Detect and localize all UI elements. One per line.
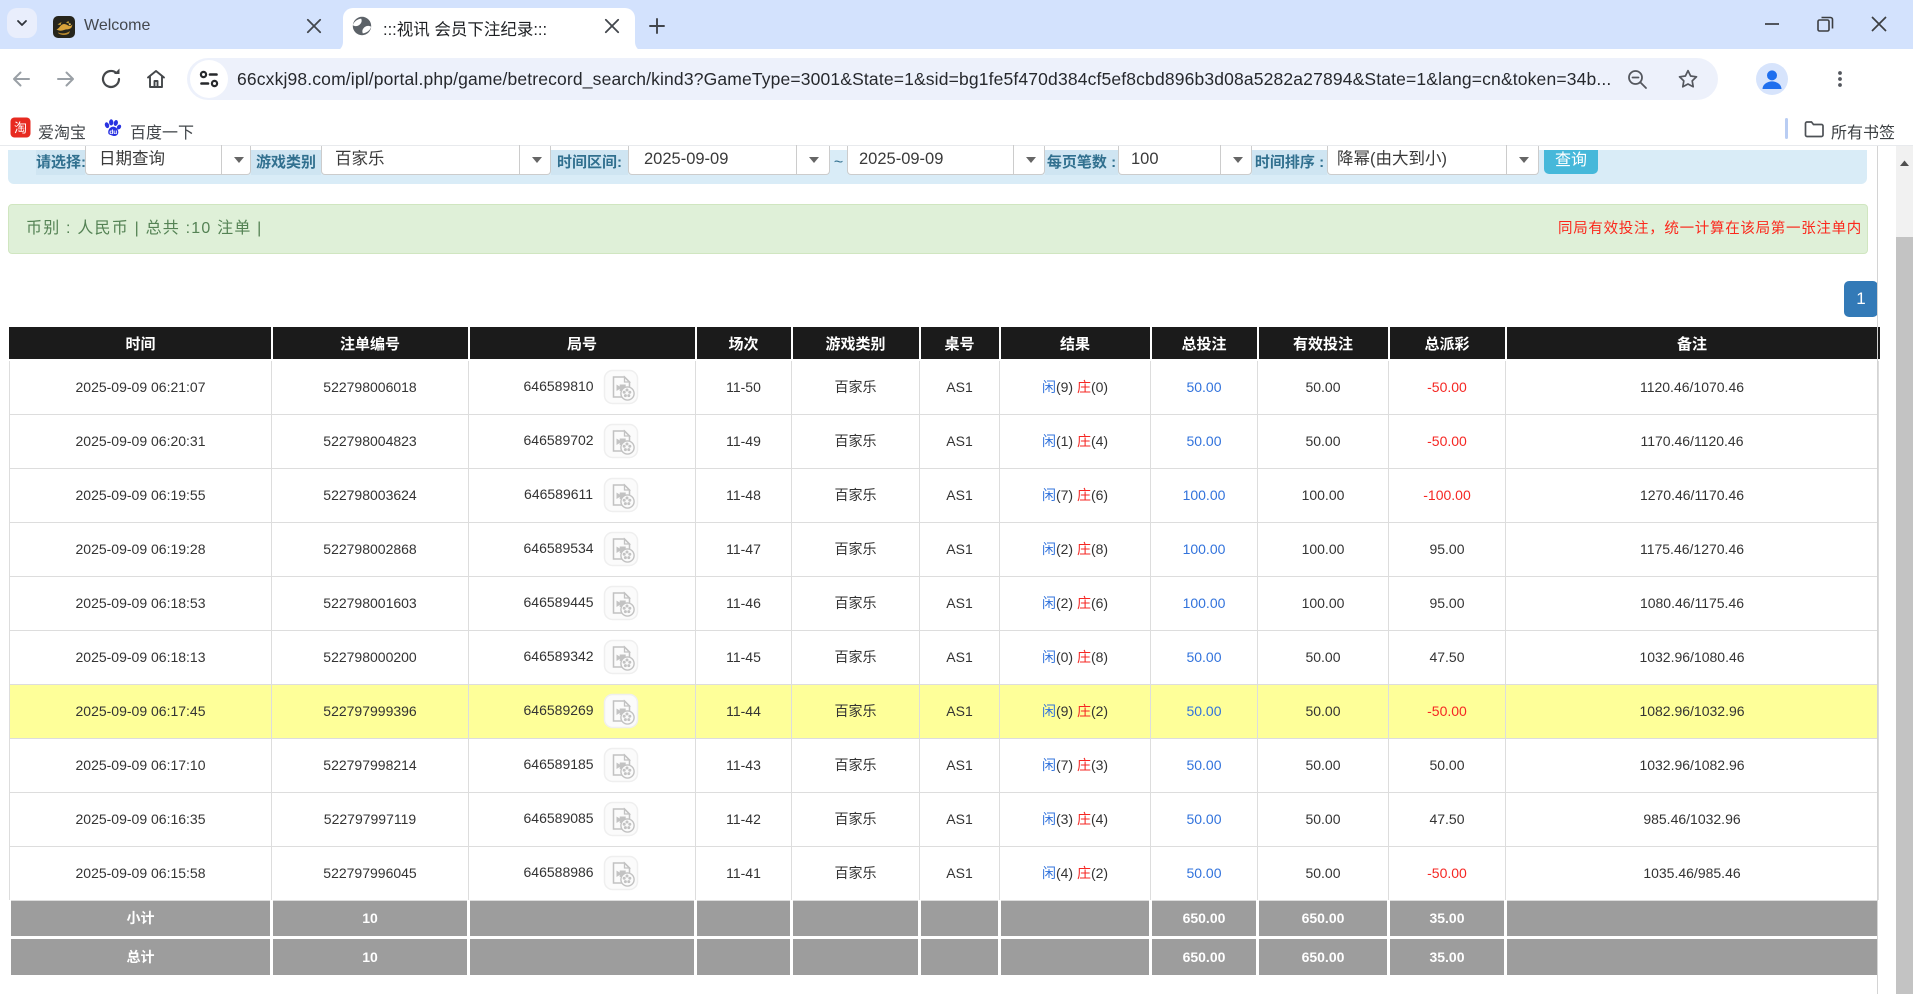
svg-text:淘: 淘: [14, 118, 27, 137]
svg-text:du: du: [109, 129, 117, 136]
